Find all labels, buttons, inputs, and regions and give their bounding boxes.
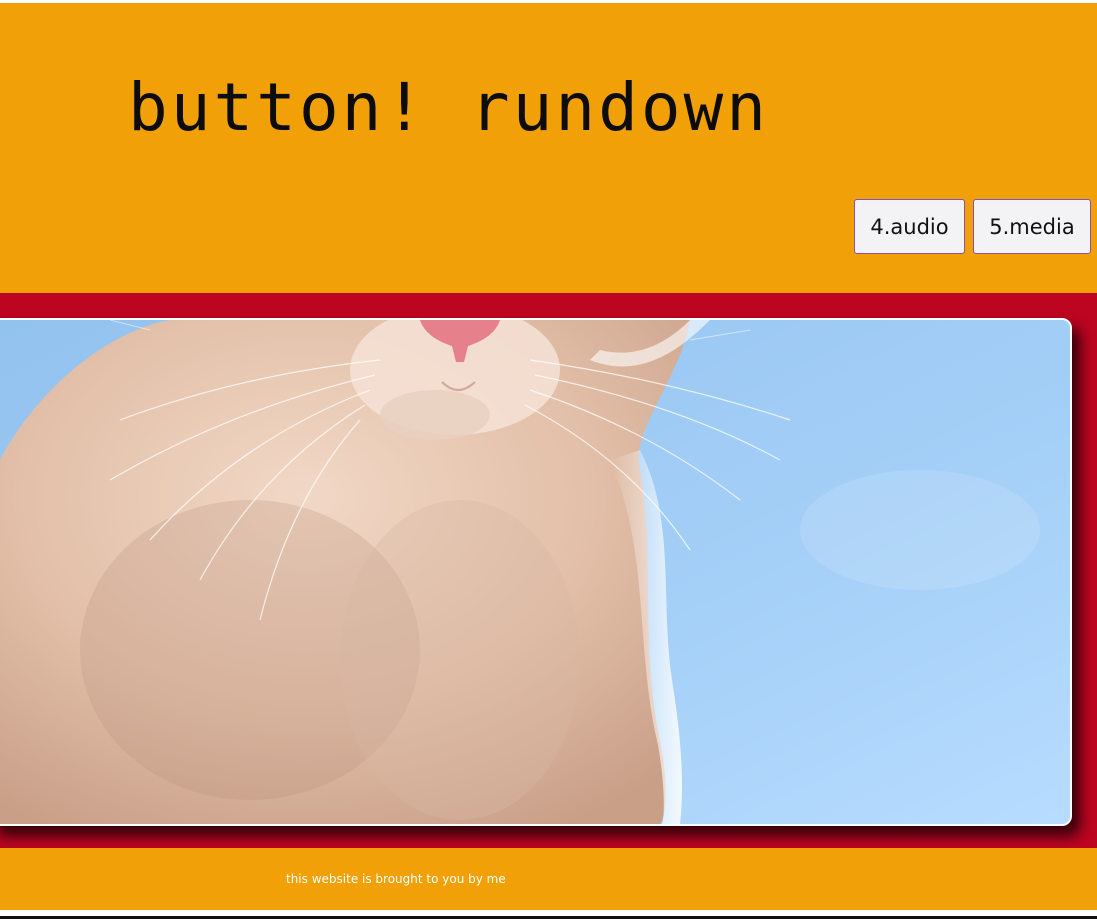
site-footer: this website is brought to you by me — [0, 848, 1097, 910]
footer-credit: this website is brought to you by me — [286, 872, 506, 886]
kitten-photo — [0, 318, 1072, 826]
nav-media-button[interactable]: 5.media — [973, 199, 1091, 254]
site-header: button! rundown 4.audio 5.media — [0, 3, 1097, 293]
kitten-illustration — [0, 320, 1070, 824]
main-nav: 4.audio 5.media — [854, 199, 1091, 254]
site-title: button! rundown — [128, 69, 770, 146]
nav-audio-button[interactable]: 4.audio — [854, 199, 965, 254]
main-content — [0, 293, 1097, 848]
page-bottom-divider — [0, 916, 1097, 919]
